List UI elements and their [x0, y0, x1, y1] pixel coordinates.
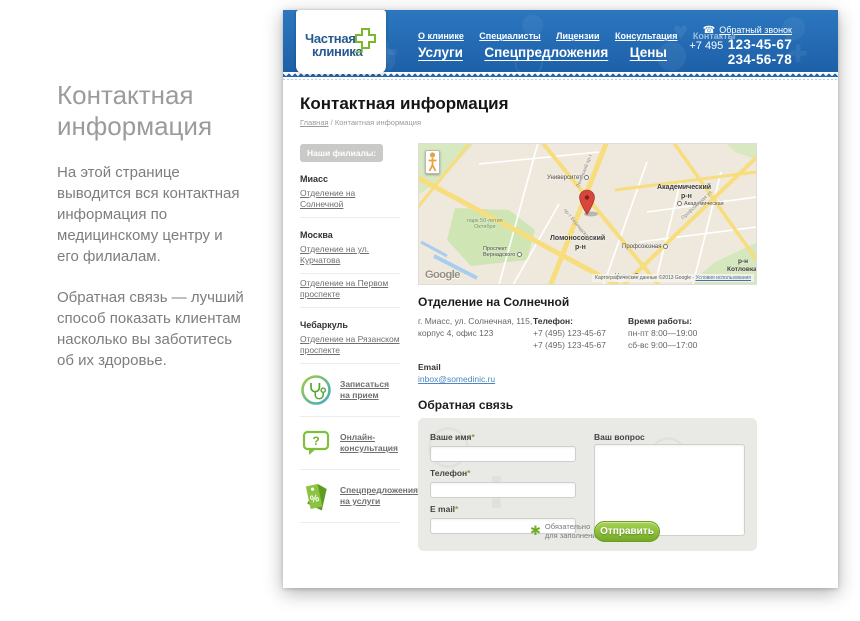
- nav-services[interactable]: Услуги: [418, 45, 463, 60]
- quick-link-special-offers-label[interactable]: Спецпредложения на услуги: [340, 485, 418, 507]
- breadcrumb-home-link[interactable]: Главная: [300, 118, 329, 127]
- nav-consultation[interactable]: Консультация: [615, 31, 678, 41]
- branch-city-moscow: Москва: [300, 230, 400, 240]
- main-column: Университет Академический р-н Академичес…: [418, 143, 757, 551]
- branch-link-ryazansky[interactable]: Отделение на Рязанском проспекте: [300, 330, 400, 364]
- screenshot-canvas: Контактная информация На этой странице в…: [0, 0, 860, 621]
- breadcrumb-current: Контактная информация: [335, 118, 421, 127]
- phone-number-2: 234-56-78: [728, 52, 792, 67]
- percent-tag-icon: %: [300, 480, 332, 512]
- branch-link-pervy-prospekt[interactable]: Отделение на Первом проспекте: [300, 274, 400, 308]
- nav-about[interactable]: О клинике: [418, 31, 464, 41]
- department-address: г. Миасс, ул. Солнечная, 115, корпус 4, …: [418, 315, 533, 351]
- phone-numbers: +7 495 123-45-67 234-56-78: [689, 38, 792, 67]
- pegman-control[interactable]: [425, 150, 440, 174]
- map-label-prospekt-vernadskogo: ПроспектВернадского: [483, 246, 524, 258]
- nav-special-offers[interactable]: Спецпредложения: [484, 45, 608, 60]
- quick-link-appointment[interactable]: Записаться на прием: [300, 364, 400, 417]
- quick-link-special-offers[interactable]: % Спецпредложения на услуги: [300, 470, 400, 523]
- phone-input[interactable]: [430, 482, 576, 498]
- email-field-label: E mail*: [430, 504, 576, 514]
- page-title: Контактная информация: [300, 94, 821, 114]
- required-note: ✱ Обязательнодля заполнения: [530, 522, 601, 540]
- map-label-kotlovka: Котловка: [727, 266, 757, 273]
- header-dotted-line: [283, 79, 838, 80]
- main-nav: Услуги Спецпредложения Цены: [418, 44, 684, 62]
- map-label-park: парк 50-летияОктября: [467, 218, 503, 230]
- department-phones: Телефон: +7 (495) 123-45-67 +7 (495) 123…: [533, 315, 628, 351]
- annotation-heading: Контактная информация: [57, 80, 247, 142]
- breadcrumb: Главная / Контактная информация: [300, 118, 821, 127]
- branch-link-kurchatova[interactable]: Отделение на ул. Курчатова: [300, 240, 400, 274]
- callback-link[interactable]: Обратный звонок: [719, 25, 792, 35]
- google-logo: Google: [425, 269, 460, 281]
- department-email-link[interactable]: inbox@somedinic.ru: [418, 374, 495, 384]
- annotation-paragraph-2: Обратная связь — лучший способ показать …: [57, 287, 247, 371]
- metro-station-icon: [677, 201, 682, 206]
- annotation-panel: Контактная информация На этой странице в…: [57, 80, 247, 371]
- name-field-label: Ваше имя*: [430, 432, 576, 442]
- submit-button[interactable]: Отправить: [594, 521, 660, 542]
- department-email-block: Email inbox@somedinic.ru: [418, 361, 757, 385]
- branches-sidebar: Наши филиалы: Миасс Отделение на Солнечн…: [300, 143, 400, 551]
- map-attribution: Картографические данные ©2013 Google - У…: [592, 274, 754, 282]
- phone-number-1: 123-45-67: [728, 37, 792, 52]
- quick-link-online-consultation[interactable]: ? Онлайн-консультация: [300, 417, 400, 470]
- map-terms-link[interactable]: Условия использования: [696, 275, 752, 281]
- name-input[interactable]: [430, 446, 576, 462]
- quick-link-appointment-label[interactable]: Записаться на прием: [340, 379, 400, 401]
- pegman-icon: [426, 151, 439, 173]
- question-bubble-icon: ?: [300, 427, 332, 459]
- phone-field-label: Телефон*: [430, 468, 576, 478]
- question-field-label: Ваш вопрос: [594, 432, 745, 442]
- metro-station-icon: [517, 252, 522, 257]
- question-mark-glyph: ?: [312, 434, 319, 448]
- annotation-paragraph-1: На этой странице выводится вся контактна…: [57, 162, 247, 267]
- map-label-kotlovka-rn: р-н: [738, 258, 748, 265]
- nav-prices[interactable]: Цены: [630, 45, 667, 60]
- map-label-akademichesky: Академический: [657, 184, 711, 191]
- department-title: Отделение на Солнечной: [418, 295, 757, 309]
- department-section: Отделение на Солнечной г. Миасс, ул. Сол…: [418, 295, 757, 385]
- feedback-section: Обратная связь Ваше имя* Телефон* E mail…: [418, 398, 757, 551]
- callback-row: ☎ Обратный звонок: [703, 25, 792, 36]
- google-map[interactable]: Университет Академический р-н Академичес…: [418, 143, 757, 285]
- feedback-title: Обратная связь: [418, 398, 757, 412]
- site-header: Частная клиника О клинике Специалисты Ли…: [283, 10, 838, 78]
- metro-station-icon: [663, 244, 668, 249]
- medical-cross-icon: [354, 26, 380, 56]
- quick-link-online-consultation-label[interactable]: Онлайн-консультация: [340, 432, 400, 454]
- department-hours: Время работы: пн-пт 8:00—19:00 сб-вс 9:0…: [628, 315, 697, 351]
- page-content: Контактная информация Главная / Контактн…: [283, 94, 838, 551]
- nav-specialists[interactable]: Специалисты: [479, 31, 540, 41]
- stethoscope-icon: [300, 374, 332, 406]
- breadcrumb-separator: /: [331, 118, 333, 127]
- branch-link-solnechnaya[interactable]: Отделение на Солнечной: [300, 184, 400, 218]
- required-asterisk-icon: ✱: [530, 523, 541, 539]
- logo[interactable]: Частная клиника: [296, 10, 386, 74]
- nav-licenses[interactable]: Лицензии: [556, 31, 599, 41]
- phone-prefix: +7 495: [689, 40, 723, 52]
- site-screenshot-card: Частная клиника О клинике Специалисты Ли…: [283, 10, 838, 588]
- branch-city-chebarkul: Чебаркуль: [300, 320, 400, 330]
- map-label-profsoyuznaya: Профсоюзная: [622, 244, 670, 250]
- map-label-lomonosovsky-rn: р-н: [575, 244, 586, 251]
- map-label-lomonosovsky: Ломоносовский: [550, 235, 605, 242]
- feedback-form-panel: Ваше имя* Телефон* E mail* Ваш вопрос: [418, 418, 757, 551]
- phone-icon: ☎: [703, 25, 715, 36]
- branch-city-miass: Миасс: [300, 174, 400, 184]
- map-label-akademichesky-rn: р-н: [681, 193, 692, 200]
- branches-header-badge: Наши филиалы:: [300, 144, 383, 162]
